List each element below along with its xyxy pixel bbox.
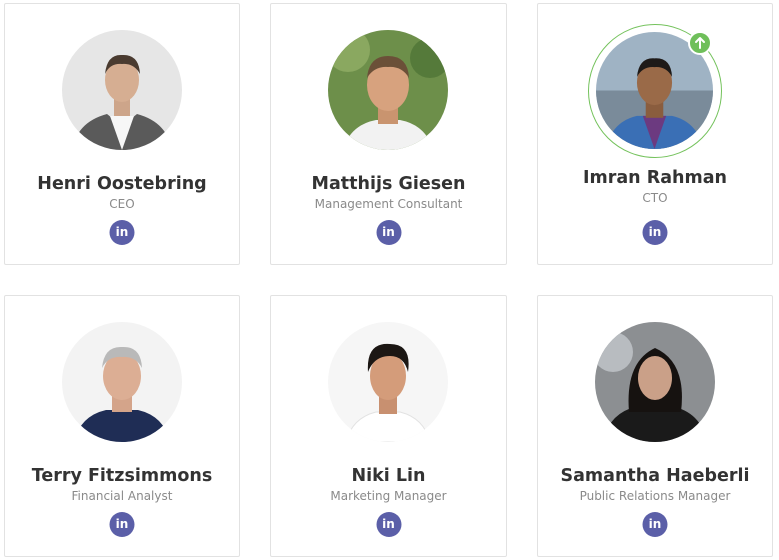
member-role: CTO (642, 191, 668, 205)
avatar (328, 322, 448, 442)
online-status-ring (588, 24, 722, 158)
member-role: Financial Analyst (71, 489, 173, 503)
team-card: Samantha Haeberli Public Relations Manag… (537, 295, 773, 557)
member-role: Management Consultant (314, 197, 463, 211)
linkedin-icon[interactable]: in (376, 220, 401, 245)
member-role: Marketing Manager (330, 489, 447, 503)
member-role: CEO (109, 197, 135, 211)
linkedin-icon[interactable]: in (109, 512, 135, 537)
team-card: Terry Fitzsimmons Financial Analyst in (4, 295, 240, 557)
member-name: Henri Oostebring (37, 174, 207, 194)
avatar (62, 30, 182, 150)
avatar (328, 30, 448, 150)
linkedin-icon[interactable]: in (109, 220, 135, 245)
member-name: Matthijs Giesen (311, 174, 466, 194)
member-role: Public Relations Manager (579, 489, 731, 503)
team-card: Matthijs Giesen Management Consultant in (270, 3, 507, 265)
team-card: Niki Lin Marketing Manager in (270, 295, 507, 557)
team-card: Imran Rahman CTO in (537, 3, 773, 265)
linkedin-icon[interactable]: in (642, 220, 668, 245)
linkedin-icon[interactable]: in (642, 512, 668, 537)
arrow-up-icon (688, 31, 712, 55)
team-card: Henri Oostebring CEO in (4, 3, 240, 265)
avatar (62, 322, 182, 442)
member-name: Terry Fitzsimmons (31, 466, 213, 486)
member-name: Imran Rahman (583, 168, 727, 188)
member-name: Niki Lin (351, 466, 426, 486)
linkedin-icon[interactable]: in (376, 512, 401, 537)
member-name: Samantha Haeberli (560, 466, 750, 486)
avatar (595, 322, 715, 442)
